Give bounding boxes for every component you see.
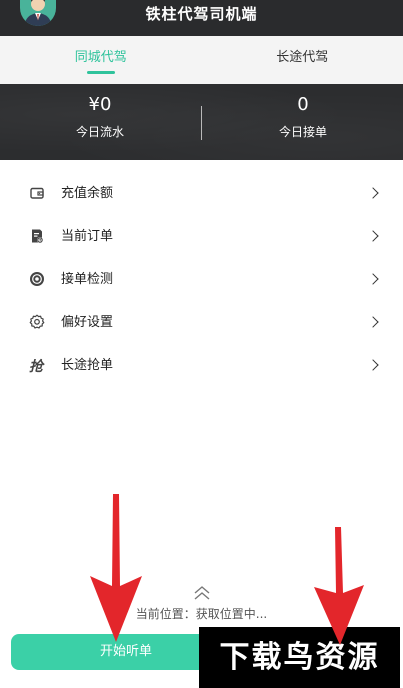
menu-item-label: 偏好设置 xyxy=(61,315,114,330)
menu-item-label: 接单检测 xyxy=(61,272,114,287)
today-orders-label: 今日接单 xyxy=(278,125,327,139)
detect-icon xyxy=(30,272,44,286)
double-chevron-up-icon[interactable] xyxy=(193,585,211,601)
today-revenue-label: 今日流水 xyxy=(75,125,124,139)
menu-item-long-distance-grab[interactable]: 抢 长途抢单 xyxy=(0,344,403,387)
menu-item-label: 充值余额 xyxy=(61,186,114,201)
tab-long-distance[interactable]: 长途代驾 xyxy=(202,36,403,84)
menu-item-label: 当前订单 xyxy=(61,229,114,244)
chevron-right-icon xyxy=(367,230,379,242)
red-arrow-down-icon xyxy=(314,527,364,645)
stats-divider xyxy=(201,106,202,140)
wallet-icon xyxy=(30,187,44,199)
chevron-right-icon xyxy=(367,273,379,285)
red-arrow-down-icon xyxy=(90,494,142,642)
today-revenue: ¥0 今日流水 xyxy=(0,92,200,144)
start-listening-label: 开始听单 xyxy=(99,644,152,659)
menu-item-preferences[interactable]: 偏好设置 xyxy=(0,301,403,344)
menu-item-current-orders[interactable]: 当前订单 xyxy=(0,215,403,258)
today-orders-value: 0 xyxy=(297,94,309,115)
chevron-right-icon xyxy=(367,359,379,371)
menu-list: 充值余额 当前订单 接单检测 偏好设置 抢 长途抢单 xyxy=(0,172,403,387)
order-icon xyxy=(32,229,43,243)
menu-item-label: 长途抢单 xyxy=(61,358,114,373)
chevron-right-icon xyxy=(367,187,379,199)
gear-icon xyxy=(29,314,45,329)
tab-bar: 同城代驾 长途代驾 xyxy=(0,36,403,84)
today-orders: 0 今日接单 xyxy=(203,92,403,144)
watermark-logo: 下载鸟资源 xyxy=(199,627,400,688)
stats-banner: ¥0 今日流水 0 今日接单 xyxy=(0,84,403,160)
menu-item-recharge[interactable]: 充值余额 xyxy=(0,172,403,215)
app-header: 铁柱代驾司机端 xyxy=(0,0,403,36)
chevron-right-icon xyxy=(367,316,379,328)
today-revenue-value: ¥0 xyxy=(88,94,112,115)
page-title: 铁柱代驾司机端 xyxy=(145,5,258,23)
grab-icon: 抢 xyxy=(29,358,45,373)
tab-city-driving[interactable]: 同城代驾 xyxy=(0,36,202,84)
svg-text:抢: 抢 xyxy=(29,358,45,373)
menu-item-order-detection[interactable]: 接单检测 xyxy=(0,258,403,301)
